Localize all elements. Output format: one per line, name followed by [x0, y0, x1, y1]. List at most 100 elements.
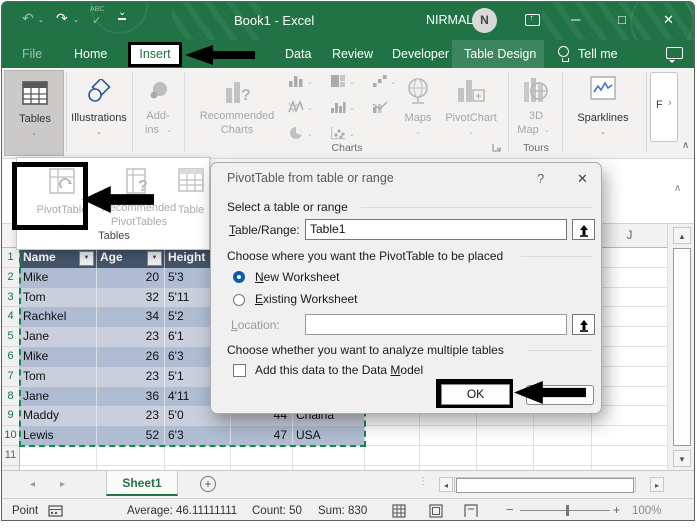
tab-developer[interactable]: Developer	[392, 40, 449, 68]
tab-file[interactable]: File	[22, 40, 42, 68]
page-break-view-icon[interactable]	[464, 504, 478, 518]
cell[interactable]	[97, 446, 165, 466]
table-cell[interactable]: Jane	[20, 386, 97, 407]
range-select-button[interactable]	[572, 219, 595, 240]
qat-customize-icon[interactable]: ⌄	[118, 8, 127, 20]
row-number-3[interactable]: 3	[2, 287, 20, 308]
table-cell[interactable]: 36	[97, 386, 165, 407]
zoom-in-icon[interactable]: +	[613, 503, 620, 517]
redo-icon[interactable]: ↷	[56, 10, 68, 27]
table-header-name[interactable]: Name ▼	[20, 248, 97, 268]
table-cell[interactable]: USA	[293, 426, 365, 446]
table-cell[interactable]: 6'3	[165, 426, 231, 446]
cell[interactable]	[592, 267, 668, 288]
row-number-7[interactable]: 7	[2, 366, 20, 387]
radio-existing-worksheet[interactable]	[233, 294, 245, 306]
row-number-8[interactable]: 8	[2, 386, 20, 407]
recommended-charts-button[interactable]: ? Recommended Charts	[190, 70, 284, 156]
table-range-input[interactable]: Table1	[305, 219, 567, 240]
cell[interactable]	[592, 347, 668, 367]
column-chart-icon[interactable]	[288, 74, 304, 93]
cell[interactable]	[592, 307, 668, 328]
row-number-10[interactable]: 10	[2, 426, 20, 446]
cell[interactable]	[165, 446, 231, 466]
table-cell[interactable]: Mike	[20, 347, 97, 367]
sheet-tab-sheet1[interactable]: Sheet1	[106, 471, 178, 496]
comments-icon[interactable]	[666, 47, 683, 63]
maximize-button[interactable]: □	[618, 12, 626, 27]
table-cell[interactable]: Rachkel	[20, 307, 97, 328]
close-button[interactable]: ✕	[663, 12, 674, 28]
location-input[interactable]	[305, 314, 567, 335]
table-cell[interactable]: Tom	[20, 366, 97, 387]
cell[interactable]	[534, 446, 592, 466]
minimize-button[interactable]: ─	[571, 12, 580, 27]
scroll-down-button[interactable]: ▼	[673, 450, 691, 467]
maps-button[interactable]: Maps ⌄	[398, 70, 438, 156]
tab-home[interactable]: Home	[74, 40, 107, 68]
hscroll-left-button[interactable]: ◂	[439, 477, 453, 492]
table-cell[interactable]: 23	[97, 327, 165, 347]
table-cell[interactable]: 20	[97, 267, 165, 288]
table-cell[interactable]: 47	[231, 426, 293, 446]
status-average[interactable]: Average: 46.11111111	[127, 499, 237, 520]
add-ins-button[interactable]: Add- ins ⌄	[134, 70, 182, 156]
location-range-select-button[interactable]	[572, 314, 595, 335]
tab-tell-me[interactable]: Tell me	[578, 40, 618, 68]
radio-new-worksheet-label[interactable]: New Worksheet	[255, 270, 339, 284]
table-cell[interactable]: 34	[97, 307, 165, 328]
zoom-level[interactable]: 100%	[632, 499, 661, 520]
row-number-4[interactable]: 4	[2, 307, 20, 328]
zoom-slider-thumb[interactable]	[566, 505, 569, 516]
status-sum[interactable]: Sum: 830	[318, 499, 367, 520]
table-cell[interactable]: 52	[97, 426, 165, 446]
cell[interactable]	[592, 426, 668, 446]
collapse-ribbon-icon[interactable]: ∧	[682, 140, 689, 151]
vertical-scrollbar[interactable]: ▲ ▼	[668, 224, 694, 470]
undo-dropdown-icon[interactable]: ⌄	[38, 16, 44, 24]
zoom-out-icon[interactable]: −	[506, 502, 514, 517]
sparklines-button[interactable]: Sparklines ⌄	[564, 70, 642, 156]
charts-dialog-launcher-icon[interactable]	[492, 143, 502, 153]
table-cell[interactable]: Mike	[20, 267, 97, 288]
undo-icon[interactable]: ↶	[22, 10, 34, 27]
tab-table-design[interactable]: Table Design	[464, 40, 536, 68]
cell[interactable]	[420, 446, 477, 466]
histogram-chart-icon[interactable]	[330, 100, 346, 119]
row-number-2[interactable]: 2	[2, 267, 20, 288]
cell[interactable]	[365, 446, 420, 466]
cell[interactable]	[231, 446, 293, 466]
tables-button[interactable]: Tables ⌄	[4, 70, 64, 156]
horizontal-scrollbar[interactable]	[454, 477, 636, 493]
group-overflow-icon[interactable]: ›	[668, 97, 672, 109]
cell[interactable]	[592, 406, 668, 427]
table-cell[interactable]: Tom	[20, 287, 97, 308]
dialog-resize-grip[interactable]: ⸬	[585, 399, 593, 410]
tab-insert[interactable]: Insert	[128, 42, 182, 67]
avatar[interactable]: N	[472, 8, 497, 33]
row-number-9[interactable]: 9	[2, 406, 20, 427]
row-number-1[interactable]: 1	[2, 248, 20, 268]
combo-chart-icon[interactable]	[372, 100, 388, 119]
table-cell[interactable]: 32	[97, 287, 165, 308]
redo-dropdown-icon[interactable]: ⌄	[73, 16, 79, 24]
formula-bar-expand-icon[interactable]: ∧	[674, 183, 681, 194]
line-chart-icon[interactable]	[288, 99, 304, 119]
cell[interactable]	[20, 446, 97, 466]
table-cell[interactable]: 23	[97, 406, 165, 427]
add-to-data-model-label[interactable]: Add this data to the Data Model	[255, 363, 423, 377]
cell[interactable]	[293, 446, 365, 466]
cell[interactable]	[534, 426, 592, 446]
waterfall-chart-icon[interactable]	[372, 74, 388, 93]
account-name[interactable]: NIRMAL	[426, 13, 473, 27]
hscroll-right-button[interactable]: ▸	[650, 477, 664, 492]
cell[interactable]	[592, 386, 668, 407]
cell[interactable]	[365, 426, 420, 446]
horizontal-scroll-thumb[interactable]	[456, 478, 634, 493]
dialog-help-icon[interactable]: ?	[537, 171, 544, 186]
table-cell[interactable]: Maddy	[20, 406, 97, 427]
new-sheet-button[interactable]: +	[200, 476, 216, 492]
status-count[interactable]: Count: 50	[252, 499, 302, 520]
column-header-J[interactable]: J	[592, 224, 668, 248]
cell[interactable]	[477, 426, 534, 446]
